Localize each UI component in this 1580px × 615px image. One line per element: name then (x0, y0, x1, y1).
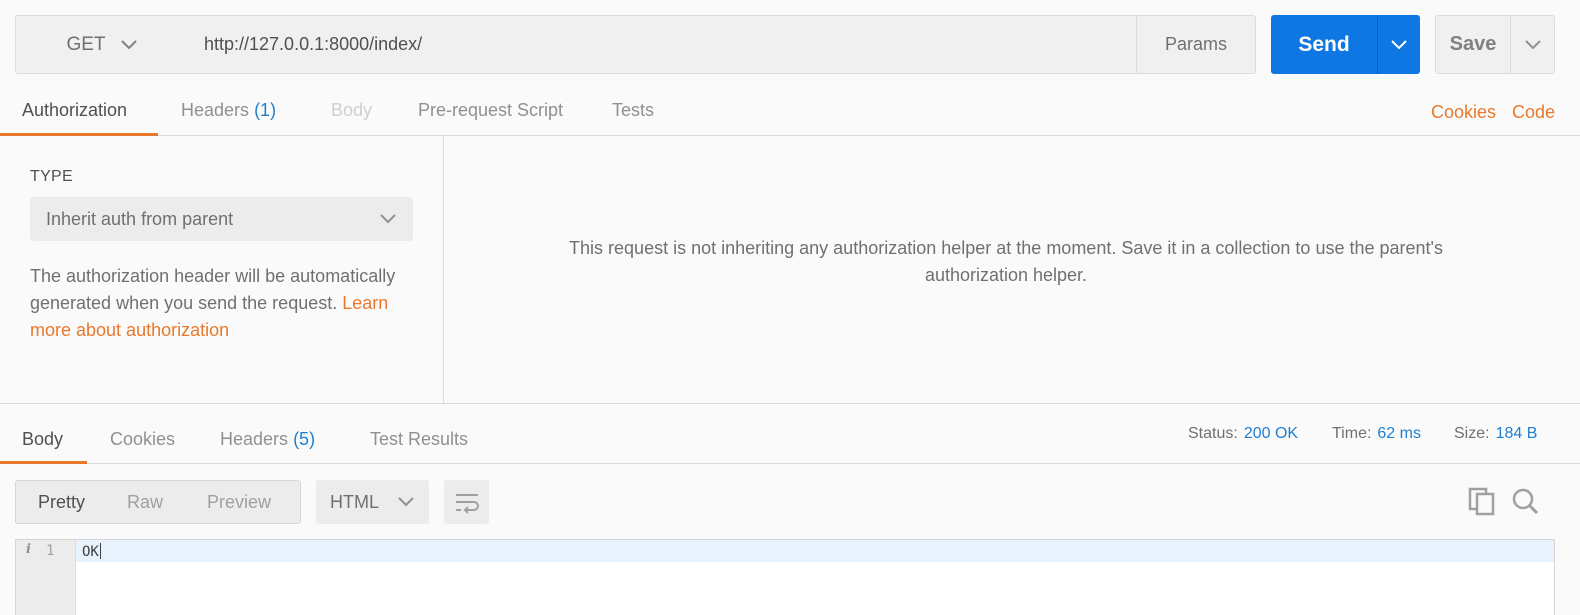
response-content-text: OK (82, 544, 99, 560)
send-label: Send (1298, 32, 1350, 56)
chevron-down-icon (380, 214, 396, 224)
chevron-down-icon (398, 497, 414, 507)
text-cursor (99, 543, 101, 559)
tab-authorization[interactable]: Authorization (22, 88, 127, 136)
tab-body[interactable]: Body (331, 88, 372, 136)
status-value: 200 OK (1243, 425, 1299, 442)
tab-tests-label: Tests (612, 100, 655, 120)
format-raw-button[interactable]: Raw (85, 492, 163, 513)
copy-icon[interactable] (1467, 486, 1497, 521)
code-link[interactable]: Code (1512, 88, 1555, 136)
tab-test-results-label: Test Results (370, 429, 469, 449)
tab-response-headers-label: Headers (220, 429, 289, 449)
method-select[interactable]: GET (15, 15, 189, 74)
info-icon: i (26, 542, 31, 557)
auth-description-text: The authorization header will be automat… (30, 266, 396, 313)
save-label: Save (1449, 33, 1497, 55)
method-label: GET (66, 33, 106, 55)
status-label: Status: (1188, 425, 1238, 442)
tab-pre-request-script[interactable]: Pre-request Script (418, 88, 563, 136)
chevron-down-icon (120, 39, 137, 49)
tab-headers-label: Headers (181, 100, 250, 120)
time-label: Time: (1332, 425, 1372, 442)
tab-response-cookies[interactable]: Cookies (110, 417, 175, 465)
tab-body-label: Body (331, 100, 373, 120)
response-tabs: Body Cookies Headers (5) Test Results St… (0, 417, 1580, 464)
time-value: 62 ms (1377, 425, 1421, 442)
tab-headers[interactable]: Headers (1) (181, 88, 276, 136)
tab-authorization-label: Authorization (22, 100, 128, 120)
size-meta: Size: 184 B (1454, 417, 1537, 461)
response-headers-count-badge: (5) (293, 429, 316, 449)
url-input[interactable]: http://127.0.0.1:8000/index/ (188, 15, 1137, 74)
tab-response-body[interactable]: Body (22, 417, 63, 465)
headers-count-badge: (1) (254, 100, 277, 120)
response-active-tab-indicator (0, 461, 87, 464)
tab-pre-request-label: Pre-request Script (418, 100, 564, 120)
time-meta: Time: 62 ms (1332, 417, 1421, 461)
size-label: Size: (1454, 425, 1490, 442)
active-line-highlight (76, 540, 1554, 562)
language-value: HTML (330, 491, 379, 512)
url-text: http://127.0.0.1:8000/index/ (204, 34, 423, 54)
language-select[interactable]: HTML (316, 480, 429, 524)
tab-response-headers[interactable]: Headers (5) (220, 417, 315, 465)
send-dropdown-button[interactable] (1377, 15, 1420, 74)
tab-test-results[interactable]: Test Results (370, 417, 468, 465)
tab-response-body-label: Body (22, 429, 64, 449)
format-toggle-group: Pretty Raw Preview (15, 480, 301, 524)
save-dropdown-button[interactable] (1510, 15, 1555, 74)
size-value: 184 B (1495, 425, 1538, 442)
params-label: Params (1164, 34, 1227, 54)
chevron-down-icon (1391, 39, 1407, 49)
auth-type-value: Inherit auth from parent (46, 208, 234, 229)
format-pretty-button[interactable]: Pretty (16, 492, 85, 513)
save-button[interactable]: Save (1435, 15, 1511, 74)
auth-type-select[interactable]: Inherit auth from parent (30, 197, 413, 241)
response-content: OK (82, 543, 101, 560)
format-preview-button[interactable]: Preview (163, 492, 271, 513)
tab-tests[interactable]: Tests (612, 88, 654, 136)
auth-type-label: TYPE (30, 168, 73, 185)
wrap-lines-button[interactable] (444, 480, 489, 524)
auth-description: The authorization header will be automat… (30, 263, 410, 344)
auth-helper-message: This request is not inheriting any autho… (569, 238, 1443, 285)
search-icon[interactable] (1510, 486, 1540, 521)
cookies-link[interactable]: Cookies (1431, 88, 1496, 136)
response-body-editor[interactable]: i 1 OK (15, 539, 1555, 615)
status-meta: Status: 200 OK (1188, 417, 1298, 461)
line-gutter: i 1 (16, 540, 76, 615)
wrap-lines-icon (455, 494, 479, 514)
send-button[interactable]: Send (1271, 15, 1377, 74)
section-divider (0, 403, 1580, 404)
line-number: 1 (46, 543, 55, 559)
request-tabs: Authorization Headers (1) Body Pre-reque… (0, 88, 1580, 136)
tab-response-cookies-label: Cookies (110, 429, 176, 449)
params-button[interactable]: Params (1136, 15, 1256, 74)
chevron-down-icon (1524, 39, 1541, 49)
